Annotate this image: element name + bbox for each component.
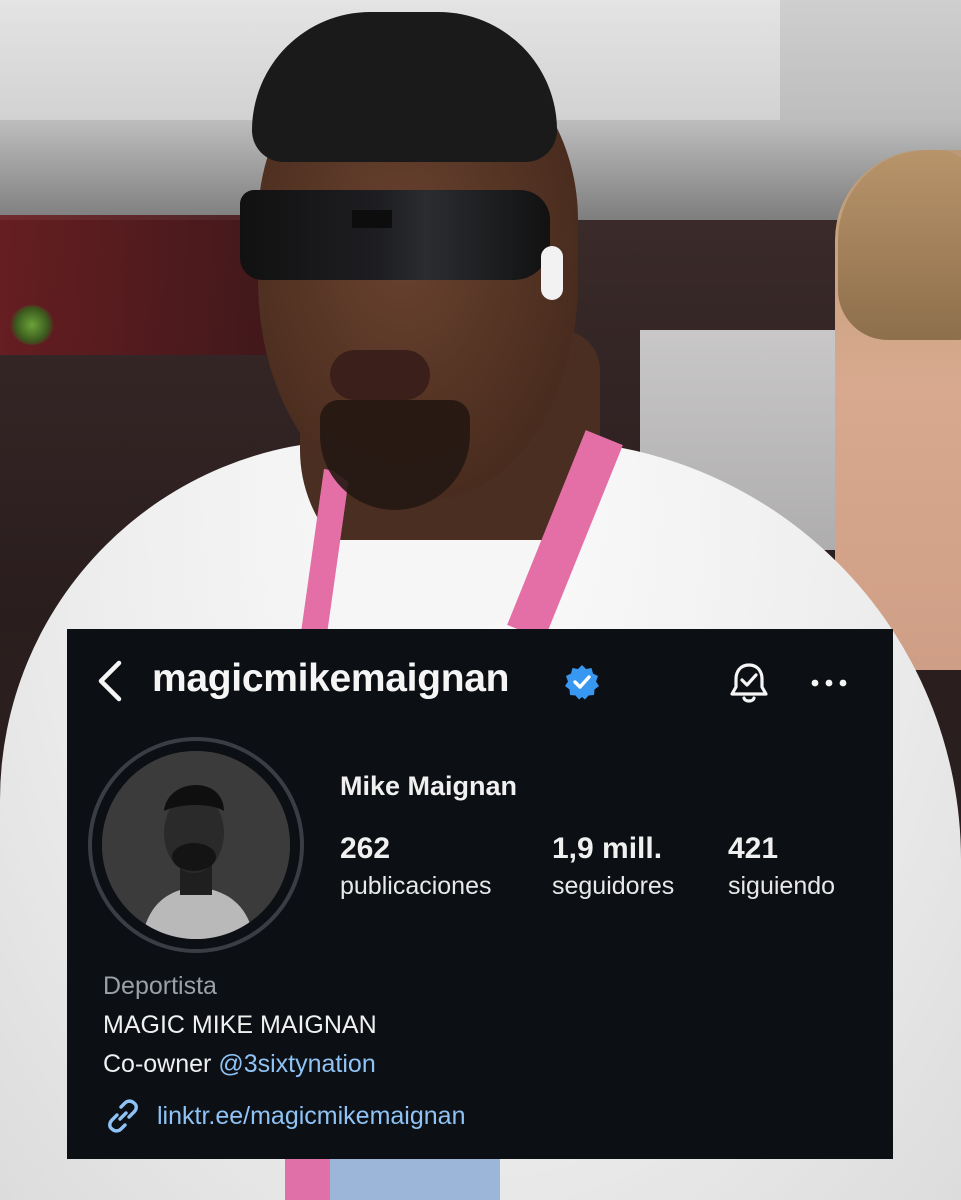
stat-following[interactable]: 421 siguiendo [728, 832, 835, 901]
stat-followers[interactable]: 1,9 mill. seguidores [552, 832, 674, 901]
stat-posts-value: 262 [340, 832, 391, 865]
stat-followers-label: seguidores [552, 872, 675, 900]
link-icon [108, 1099, 138, 1133]
back-button[interactable] [85, 651, 135, 711]
profile-category: Deportista [103, 972, 217, 1000]
notifications-button[interactable] [719, 653, 779, 713]
stat-following-label: siguiendo [728, 872, 836, 900]
profile-external-link[interactable]: linktr.ee/magicmikemaignan [103, 1096, 465, 1136]
avatar[interactable] [102, 751, 290, 939]
chevron-left-icon [98, 660, 122, 702]
profile-card: magicmikemaignan Mike Maignan 262 public… [67, 629, 893, 1159]
verified-badge-icon [565, 665, 599, 700]
bio-mention-link[interactable]: @3sixtynation [218, 1050, 375, 1078]
bell-icon [730, 663, 768, 703]
avatar-photo [102, 751, 290, 939]
stat-posts-label: publicaciones [340, 872, 492, 900]
more-horizontal-icon [811, 679, 847, 687]
profile-link-text: linktr.ee/magicmikemaignan [157, 1101, 466, 1130]
stat-following-value: 421 [728, 832, 779, 865]
bio-line-1: MAGIC MIKE MAIGNAN [103, 1011, 377, 1039]
stat-followers-value: 1,9 mill. [552, 832, 663, 865]
profile-username: magicmikemaignan [152, 657, 510, 700]
bio-line-2-prefix: Co-owner [103, 1050, 219, 1078]
stat-posts[interactable]: 262 publicaciones [340, 832, 492, 901]
bio-line-2: Co-owner @3sixtynation [103, 1050, 376, 1079]
more-options-button[interactable] [799, 653, 859, 713]
profile-display-name: Mike Maignan [340, 771, 518, 801]
